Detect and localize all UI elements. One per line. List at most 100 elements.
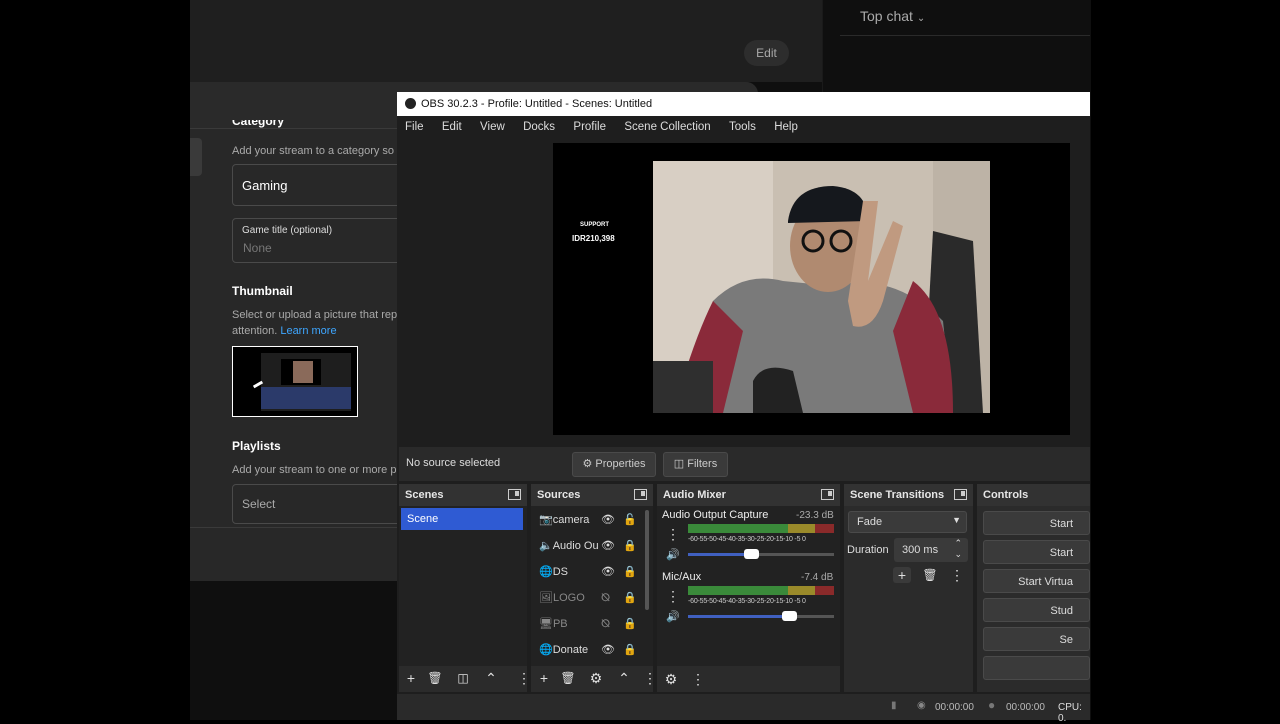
filters-button[interactable]: ◫ Filters bbox=[663, 452, 728, 477]
transition-select[interactable]: Fade ▼ bbox=[848, 511, 967, 533]
audio-mixer-title: Audio Mixer bbox=[663, 489, 726, 501]
menu-file[interactable]: File bbox=[405, 121, 424, 133]
menu-docks[interactable]: Docks bbox=[523, 121, 555, 133]
source-properties-icon[interactable]: ⚙ bbox=[587, 670, 605, 686]
eye-icon[interactable]: 👁 bbox=[601, 640, 615, 660]
duration-label: Duration bbox=[847, 544, 889, 556]
properties-button[interactable]: ⚙ Properties bbox=[572, 452, 656, 477]
scenes-list: Scene bbox=[399, 506, 527, 666]
add-source-icon[interactable]: + bbox=[535, 670, 553, 686]
meter-ticks: -60-55-50-45-40-35-30-25-20-15-10 -5 0 bbox=[688, 536, 806, 543]
record-timer: 00:00:00 bbox=[1006, 702, 1045, 713]
thumbnail-attention-text: attention. bbox=[232, 325, 278, 337]
source-label: camera bbox=[552, 514, 590, 526]
scene-filters-icon[interactable]: ◫ bbox=[454, 670, 472, 686]
sources-dock-header: Sources bbox=[531, 484, 653, 506]
eye-slash-icon[interactable]: ⦰ bbox=[601, 588, 610, 608]
category-description: Add your stream to a category so th bbox=[232, 145, 407, 157]
lock-icon[interactable]: 🔒 bbox=[623, 614, 637, 634]
remove-transition-icon[interactable]: 🗑 bbox=[921, 567, 939, 583]
filter-icon: ◫ bbox=[673, 458, 685, 470]
category-select[interactable]: Gaming bbox=[232, 164, 404, 206]
transitions-title: Scene Transitions bbox=[850, 489, 945, 501]
source-label: DS bbox=[552, 566, 568, 578]
game-title-field[interactable]: Game title (optional) None bbox=[232, 218, 404, 263]
source-item-donate[interactable]: 🌐Donate 👁 🔒 bbox=[539, 640, 644, 660]
add-transition-icon[interactable]: + bbox=[893, 567, 911, 583]
add-scene-icon[interactable]: + bbox=[402, 670, 420, 686]
undock-icon[interactable] bbox=[954, 489, 967, 500]
channel-name: Audio Output Capture bbox=[662, 509, 769, 521]
lock-icon[interactable]: 🔒 bbox=[623, 588, 637, 608]
start-streaming-button[interactable]: Start bbox=[983, 511, 1090, 535]
source-item-logo[interactable]: 🖼LOGO ⦰ 🔒 bbox=[539, 588, 644, 608]
eye-icon[interactable]: 👁 bbox=[601, 536, 615, 556]
undock-icon[interactable] bbox=[634, 489, 647, 500]
studio-mode-button[interactable]: Stud bbox=[983, 598, 1090, 622]
top-chat-dropdown[interactable]: Top chat ⌄ bbox=[860, 8, 925, 24]
youtube-edit-button[interactable]: Edit bbox=[744, 40, 789, 66]
scene-item-label: Scene bbox=[407, 513, 439, 525]
eye-icon[interactable]: 👁 bbox=[601, 562, 615, 582]
speaker-icon[interactable]: 🔊 bbox=[664, 609, 682, 625]
dialog-footer bbox=[190, 527, 398, 581]
source-item-ds[interactable]: 🌐DS 👁 🔒 bbox=[539, 562, 644, 582]
gear-icon: ⚙ bbox=[582, 458, 593, 470]
sources-scrollbar[interactable] bbox=[645, 510, 649, 610]
lock-icon[interactable]: 🔒 bbox=[623, 536, 637, 556]
eye-icon[interactable]: 👁 bbox=[601, 510, 615, 530]
exit-button[interactable] bbox=[983, 656, 1090, 680]
obs-statusbar: ▮ ◉ 00:00:00 ● 00:00:00 CPU: 0. bbox=[397, 694, 1090, 724]
settings-button[interactable]: Se bbox=[983, 627, 1090, 651]
duration-spinbox[interactable]: 300 ms ⌃ ⌄ bbox=[894, 538, 968, 562]
camera-feed bbox=[653, 161, 990, 413]
remove-source-icon[interactable]: 🗑 bbox=[559, 670, 577, 686]
channel-menu-icon[interactable]: ⋮ bbox=[664, 526, 682, 542]
move-scene-up-icon[interactable]: ⌃ bbox=[482, 670, 500, 686]
spin-up-icon[interactable]: ⌃ bbox=[954, 538, 962, 549]
channel-db: -7.4 dB bbox=[801, 572, 834, 583]
volume-slider[interactable] bbox=[688, 549, 834, 559]
menu-view[interactable]: View bbox=[480, 121, 505, 133]
channel-menu-icon[interactable]: ⋮ bbox=[664, 588, 682, 604]
sources-dock: Sources 📷camera 👁 🔓 🔈Audio Ou 👁 🔒 🌐DS 👁 … bbox=[531, 484, 657, 692]
menu-edit[interactable]: Edit bbox=[442, 121, 462, 133]
source-label: LOGO bbox=[552, 592, 585, 604]
remove-scene-icon[interactable]: 🗑 bbox=[426, 670, 444, 686]
playlists-select[interactable]: Select bbox=[232, 484, 404, 524]
dialog-side-tab[interactable] bbox=[190, 138, 202, 176]
stream-timer: 00:00:00 bbox=[935, 702, 974, 713]
learn-more-link[interactable]: Learn more bbox=[280, 325, 336, 337]
support-label: SUPPORT bbox=[580, 222, 610, 228]
move-source-up-icon[interactable]: ⌃ bbox=[615, 670, 633, 686]
scene-item[interactable]: Scene bbox=[401, 508, 523, 530]
speaker-icon[interactable]: 🔊 bbox=[664, 547, 682, 563]
undock-icon[interactable] bbox=[821, 489, 834, 500]
spin-down-icon[interactable]: ⌄ bbox=[954, 549, 962, 560]
unlock-icon[interactable]: 🔓 bbox=[623, 510, 637, 530]
menu-help[interactable]: Help bbox=[774, 121, 798, 133]
obs-logo-icon bbox=[405, 98, 416, 109]
obs-titlebar: OBS 30.2.3 - Profile: Untitled - Scenes:… bbox=[397, 92, 1090, 116]
lock-icon[interactable]: 🔒 bbox=[623, 640, 637, 660]
menu-profile[interactable]: Profile bbox=[573, 121, 606, 133]
thumbnail-image[interactable] bbox=[232, 346, 358, 417]
lock-icon[interactable]: 🔒 bbox=[623, 562, 637, 582]
properties-label: Properties bbox=[595, 458, 646, 470]
source-item-pb[interactable]: 🖥PB ⦰ 🔒 bbox=[539, 614, 644, 634]
source-item-audio-output[interactable]: 🔈Audio Ou 👁 🔒 bbox=[539, 536, 644, 556]
undock-icon[interactable] bbox=[508, 489, 521, 500]
mixer-menu-icon[interactable]: ⋮ bbox=[689, 671, 707, 687]
volume-slider[interactable] bbox=[688, 611, 834, 621]
start-recording-button[interactable]: Start bbox=[983, 540, 1090, 564]
menu-scene-collection[interactable]: Scene Collection bbox=[624, 121, 710, 133]
menu-tools[interactable]: Tools bbox=[729, 121, 756, 133]
eye-slash-icon[interactable]: ⦰ bbox=[601, 614, 610, 634]
thumbnail-heading: Thumbnail bbox=[232, 284, 293, 298]
source-item-camera[interactable]: 📷camera 👁 🔓 bbox=[539, 510, 644, 530]
source-label: Audio Ou bbox=[552, 540, 599, 552]
start-virtual-camera-button[interactable]: Start Virtua bbox=[983, 569, 1090, 593]
mixer-settings-icon[interactable]: ⚙ bbox=[662, 671, 680, 687]
transition-menu-icon[interactable]: ⋮ bbox=[948, 567, 966, 583]
dropdown-arrow-icon: ▼ bbox=[952, 515, 961, 525]
